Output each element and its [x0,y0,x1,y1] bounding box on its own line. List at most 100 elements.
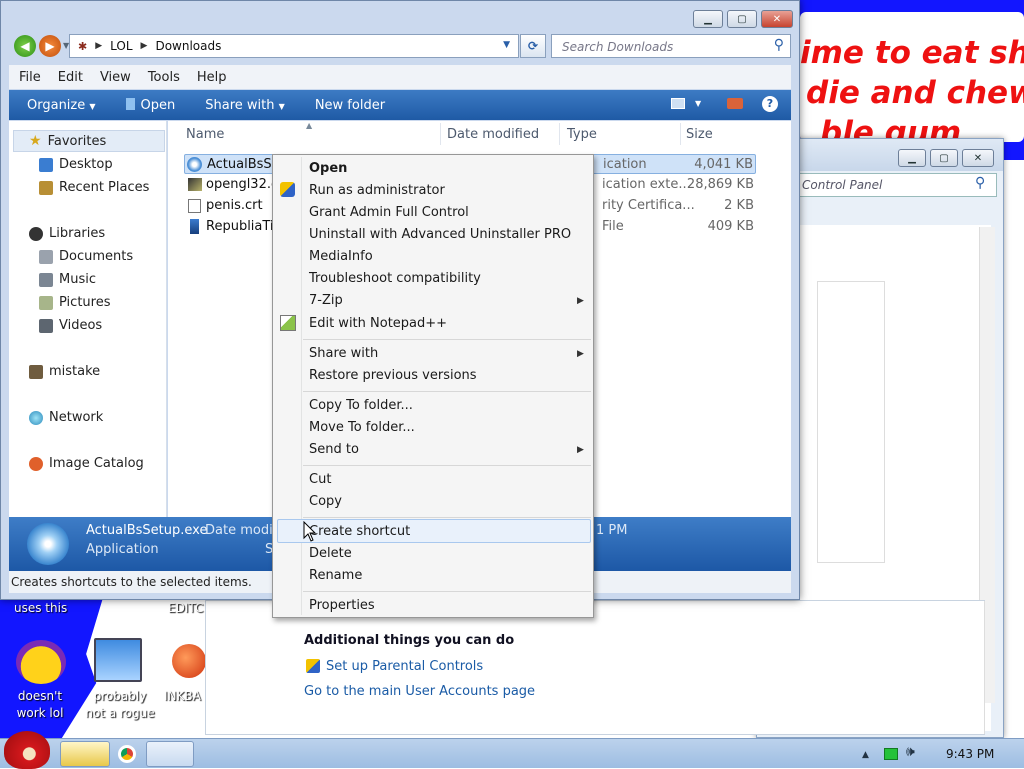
file-size: 4,041 KB [694,157,753,172]
chrome-icon[interactable] [118,745,136,763]
breadcrumb-item-lol[interactable]: LOL [110,39,132,53]
cp-maximize-button[interactable]: ▢ [930,149,958,167]
menu-item-grant-admin[interactable]: Grant Admin Full Control [309,205,469,220]
menu-item-uninstall[interactable]: Uninstall with Advanced Uninstaller PRO [309,227,571,242]
nav-label: Music [59,272,96,287]
menu-help[interactable]: Help [197,70,227,85]
nav-documents[interactable]: Documents [39,249,133,264]
nav-desktop[interactable]: Desktop [39,157,113,172]
maximize-button[interactable]: ▢ [727,10,757,28]
menu-item-send-to[interactable]: Send to [309,442,359,457]
minimize-button[interactable]: ▁ [693,10,723,28]
menu-item-open[interactable]: Open [309,161,347,176]
nav-favorites[interactable]: ★ Favorites [29,133,106,149]
column-header-date[interactable]: Date modified [447,127,539,142]
desktop-icon-yahoo[interactable]: doesn't work lol [6,634,74,724]
additional-things-pane: Additional things you can do Set up Pare… [205,600,985,735]
document-file-icon [190,219,199,234]
organize-button[interactable]: Organize ▼ [27,98,96,113]
nav-label: Desktop [59,157,113,172]
preview-pane-icon[interactable] [727,98,743,109]
menu-item-run-as-admin[interactable]: Run as administrator [309,183,445,198]
cp-search-icon[interactable]: ⚲ [975,175,985,191]
nav-label: Recent Places [59,180,150,195]
menu-separator [303,465,591,466]
close-button[interactable]: ✕ [761,10,793,28]
navigation-pane: ★ Favorites Desktop Recent Places Librari… [9,121,167,517]
menu-item-delete[interactable]: Delete [309,546,352,561]
menu-view[interactable]: View [100,70,131,85]
clock[interactable]: 9:43 PM [946,747,994,761]
menu-item-restore[interactable]: Restore previous versions [309,368,477,383]
menu-item-move-to[interactable]: Move To folder... [309,420,415,435]
desktop-icon-probably[interactable]: probably not a rogue [80,634,160,724]
column-header-name[interactable]: Name [186,127,224,142]
menu-tools[interactable]: Tools [148,70,180,85]
start-button[interactable] [4,731,50,769]
address-dropdown-icon[interactable]: ▼ [503,40,510,50]
menu-item-7zip[interactable]: 7-Zip [309,293,343,308]
breadcrumb-chevron-icon[interactable]: ▶ [141,41,148,51]
taskbar-control-panel-button[interactable] [146,741,194,767]
new-folder-button[interactable]: New folder [315,98,385,113]
pane-divider [984,601,985,734]
menu-item-create-shortcut[interactable]: Create shortcut [309,524,410,539]
chevron-down-icon: ▼ [278,101,285,111]
open-icon [125,97,135,110]
cp-close-button[interactable]: ✕ [962,149,994,167]
view-options-icon[interactable] [671,98,685,109]
network-tray-icon[interactable] [884,748,898,760]
nav-network[interactable]: Network [29,410,103,425]
user-folder-icon [29,364,43,379]
nav-recent-places[interactable]: Recent Places [39,180,149,195]
forward-button[interactable]: ▶ [39,35,61,57]
context-menu: Open Run as administrator Grant Admin Fu… [272,154,594,618]
menu-item-rename[interactable]: Rename [309,568,362,583]
menu-edit[interactable]: Edit [58,70,83,85]
menu-item-troubleshoot[interactable]: Troubleshoot compatibility [309,271,481,286]
nav-mistake[interactable]: mistake [29,364,100,379]
menu-item-cut[interactable]: Cut [309,472,331,487]
menu-file[interactable]: File [19,70,41,85]
breadcrumb-chevron-icon[interactable]: ▶ [95,41,102,51]
user-accounts-link[interactable]: Go to the main User Accounts page [304,684,535,699]
nav-libraries[interactable]: Libraries [29,226,105,241]
menu-separator [303,591,591,592]
nav-label: Videos [59,318,103,333]
star-icon: ★ [29,133,42,149]
nav-pictures[interactable]: Pictures [39,295,110,310]
back-button[interactable]: ◀ [14,35,36,57]
nav-videos[interactable]: Videos [39,318,102,333]
help-icon[interactable]: ? [762,96,778,112]
search-icon[interactable]: ⚲ [774,37,784,53]
menu-item-mediainfo[interactable]: MediaInfo [309,249,373,264]
search-input[interactable]: Search Downloads ⚲ [551,34,791,58]
menu-item-copy-to[interactable]: Copy To folder... [309,398,413,413]
show-hidden-icons-button[interactable]: ▲ [862,750,869,760]
column-header-type[interactable]: Type [567,127,597,142]
share-with-label: Share with [205,97,275,113]
parental-controls-link[interactable]: Set up Parental Controls [326,659,483,674]
nav-music[interactable]: Music [39,272,96,287]
nav-label: Network [49,410,104,425]
refresh-button[interactable]: ⟳ [520,34,546,58]
breadcrumb-item-downloads[interactable]: Downloads [155,39,221,53]
taskbar-explorer-button[interactable] [60,741,110,767]
chevron-down-icon[interactable]: ▼ [695,99,701,108]
address-bar[interactable]: ✱ ▶ LOL ▶ Downloads ▼ [69,34,519,58]
desktop-icon-inkba[interactable]: INKBA [162,634,205,724]
volume-icon[interactable]: 🕪 [906,744,915,760]
column-header-size[interactable]: Size [686,127,713,142]
menu-item-copy[interactable]: Copy [309,494,342,509]
menu-separator [303,391,591,392]
file-size: 409 KB [707,219,754,234]
cp-minimize-button[interactable]: ▁ [898,149,926,167]
nav-label: Image Catalog [49,456,144,471]
menu-item-notepad[interactable]: Edit with Notepad++ [309,316,447,331]
menu-item-properties[interactable]: Properties [309,598,375,613]
open-button[interactable]: Open [125,97,175,113]
menu-item-share-with[interactable]: Share with [309,346,378,361]
share-with-button[interactable]: Share with ▼ [205,98,285,113]
command-bar: Organize ▼ Open Share with ▼ New folder … [9,90,791,120]
nav-image-catalog[interactable]: Image Catalog [29,456,144,471]
